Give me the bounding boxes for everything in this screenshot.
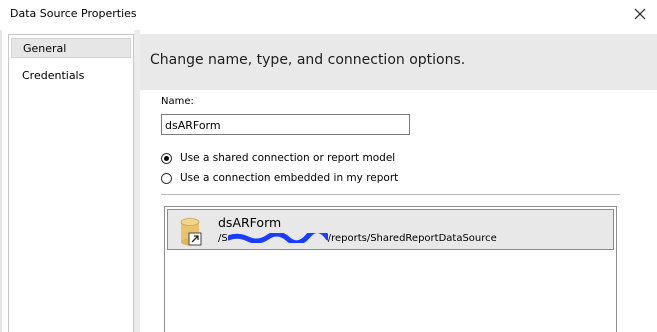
window-title: Data Source Properties bbox=[10, 7, 137, 20]
title-bar: Data Source Properties bbox=[0, 0, 657, 30]
window-left-edge bbox=[0, 30, 2, 332]
radio-button[interactable] bbox=[161, 172, 172, 184]
datasource-name: dsARForm bbox=[218, 215, 282, 230]
name-label: Name: bbox=[161, 96, 194, 107]
sidebar-item-label: Credentials bbox=[22, 69, 85, 82]
radio-label: Use a connection embedded in my report bbox=[180, 172, 399, 184]
sidebar-item-label: General bbox=[23, 42, 67, 55]
shared-datasource-icon bbox=[180, 218, 202, 246]
close-icon bbox=[634, 8, 646, 20]
datasource-path: /S/reports/SharedReportDataSource bbox=[218, 233, 497, 244]
radio-label: Use a shared connection or report model bbox=[180, 152, 396, 164]
datasource-path-suffix: /reports/SharedReportDataSource bbox=[327, 233, 497, 244]
page-header: Change name, type, and connection option… bbox=[140, 34, 657, 90]
sidebar-item-general[interactable]: General bbox=[11, 38, 131, 58]
shared-datasource-list[interactable]: dsARForm /S/reports/SharedReportDataSour… bbox=[164, 206, 617, 332]
separator bbox=[161, 194, 620, 195]
radio-shared-connection[interactable]: Use a shared connection or report model bbox=[161, 150, 395, 166]
radio-embedded-connection[interactable]: Use a connection embedded in my report bbox=[161, 170, 398, 186]
data-source-properties-dialog: Data Source Properties General Credentia… bbox=[0, 0, 657, 332]
sidebar-item-credentials[interactable]: Credentials bbox=[11, 66, 131, 86]
list-item[interactable]: dsARForm /S/reports/SharedReportDataSour… bbox=[167, 209, 614, 250]
close-button[interactable] bbox=[627, 2, 653, 26]
datasource-path-prefix: /S bbox=[218, 233, 228, 244]
general-page: Change name, type, and connection option… bbox=[140, 34, 657, 332]
sidebar: General Credentials bbox=[8, 34, 134, 332]
name-field[interactable]: dsARForm bbox=[161, 114, 410, 135]
page-title: Change name, type, and connection option… bbox=[150, 52, 466, 68]
redaction-scribble bbox=[227, 233, 328, 243]
radio-button-checked[interactable] bbox=[161, 152, 172, 164]
